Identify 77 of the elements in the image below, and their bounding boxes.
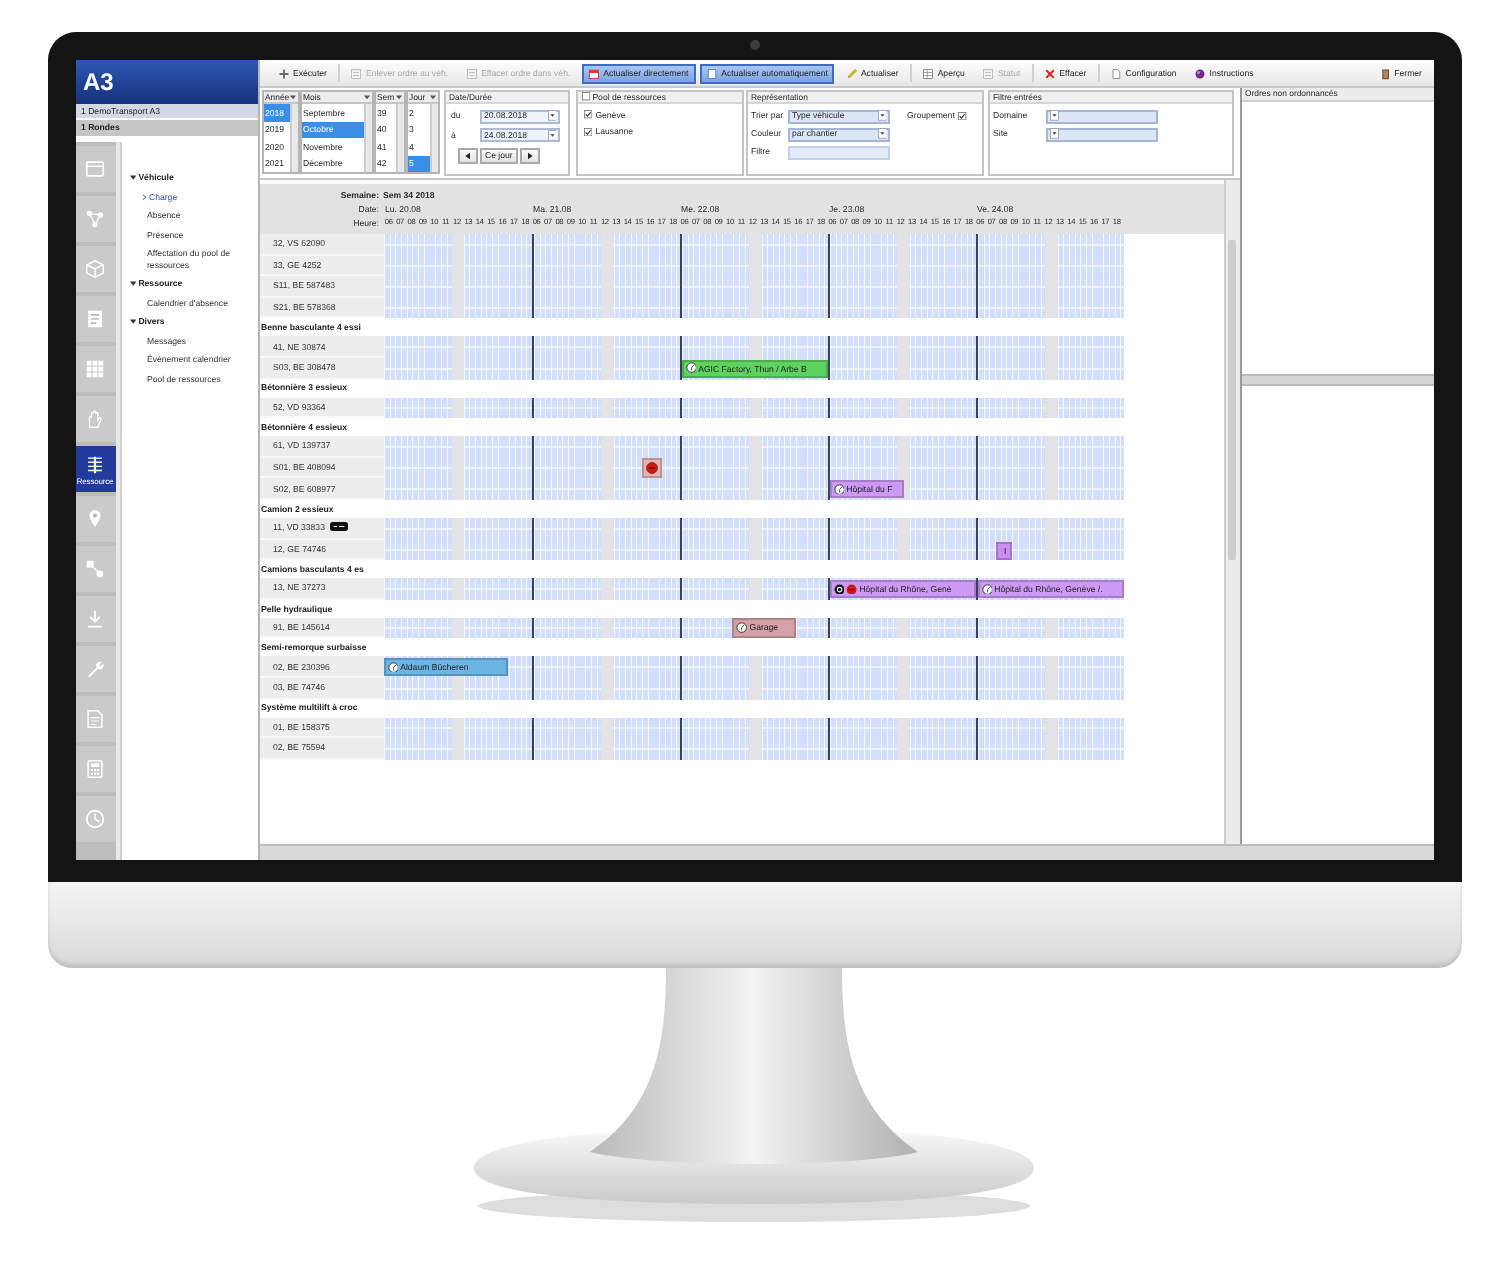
module-button[interactable]	[75, 746, 115, 792]
sphere-icon	[1194, 67, 1207, 79]
event-block[interactable]	[641, 458, 662, 478]
scrollbar[interactable]	[1223, 180, 1239, 844]
checkbox[interactable]	[958, 111, 968, 121]
download-icon	[84, 608, 106, 630]
caret-icon	[547, 110, 556, 122]
scrollbar[interactable]	[290, 104, 297, 172]
caret-down-icon	[129, 280, 136, 287]
list-icon	[84, 453, 106, 475]
caret-icon	[877, 128, 886, 140]
event-marker[interactable]	[996, 542, 1013, 561]
list-icon	[350, 67, 363, 79]
caret-icon	[396, 94, 402, 100]
caret-icon	[364, 94, 370, 100]
module-button[interactable]	[75, 696, 115, 742]
page-icon	[706, 67, 719, 79]
list-icon	[466, 67, 479, 79]
stop-icon	[645, 462, 658, 475]
module-button[interactable]	[75, 596, 115, 642]
triangle-right-icon	[526, 152, 535, 160]
document-icon	[84, 308, 106, 330]
module-button[interactable]	[75, 146, 115, 192]
clock-icon	[84, 808, 106, 830]
table-icon	[922, 67, 935, 79]
previous-button[interactable]	[457, 148, 477, 164]
scrollbar[interactable]	[396, 104, 403, 172]
caret-icon	[1050, 110, 1059, 122]
caret-icon	[877, 110, 886, 122]
app-logo: A3	[83, 70, 114, 94]
triangle-left-icon	[463, 152, 471, 160]
caret-down-icon	[129, 318, 136, 325]
module-button[interactable]	[75, 296, 115, 342]
hand-icon	[84, 408, 106, 430]
grid-icon	[84, 358, 106, 380]
module-button[interactable]	[75, 496, 115, 542]
caret-icon	[1050, 128, 1059, 140]
calculator-icon	[84, 758, 106, 780]
stop-icon	[846, 583, 858, 595]
scrollbar[interactable]	[115, 142, 121, 860]
plus-icon	[278, 67, 290, 79]
scrollbar-thumb[interactable]	[1227, 240, 1237, 560]
module-button[interactable]	[75, 346, 115, 392]
input-field[interactable]	[787, 145, 889, 159]
nodes-icon	[84, 208, 106, 230]
scrollbar[interactable]	[430, 104, 437, 172]
caret-down-icon	[129, 174, 136, 181]
checkbox[interactable]	[581, 92, 590, 102]
module-button[interactable]	[75, 796, 115, 842]
shapes-icon	[84, 558, 106, 580]
caret-icon	[430, 94, 436, 100]
caret-icon	[290, 94, 296, 100]
module-button[interactable]	[75, 246, 115, 292]
box-icon	[84, 258, 106, 280]
caret-icon	[547, 129, 556, 141]
select-field[interactable]	[1045, 127, 1157, 141]
module-button[interactable]	[75, 396, 115, 442]
checkbox[interactable]	[583, 110, 592, 120]
select-field[interactable]	[1045, 109, 1157, 123]
camera-icon	[749, 40, 759, 50]
calendar-icon	[588, 67, 601, 79]
scrollbar[interactable]	[364, 104, 371, 172]
checkbox[interactable]	[583, 127, 592, 136]
door-icon	[1379, 67, 1392, 79]
delete-icon	[1044, 67, 1057, 79]
module-button[interactable]	[75, 646, 115, 692]
page-icon	[1110, 67, 1123, 79]
wrench-icon	[84, 658, 106, 680]
window-icon	[84, 158, 106, 180]
caret-icon	[142, 193, 147, 200]
document-icon	[84, 708, 106, 730]
pin-icon	[84, 508, 106, 530]
pencil-icon	[845, 67, 858, 79]
list-icon	[982, 67, 995, 79]
next-button[interactable]	[520, 148, 541, 164]
module-button[interactable]	[75, 196, 115, 242]
module-button[interactable]	[75, 546, 115, 592]
